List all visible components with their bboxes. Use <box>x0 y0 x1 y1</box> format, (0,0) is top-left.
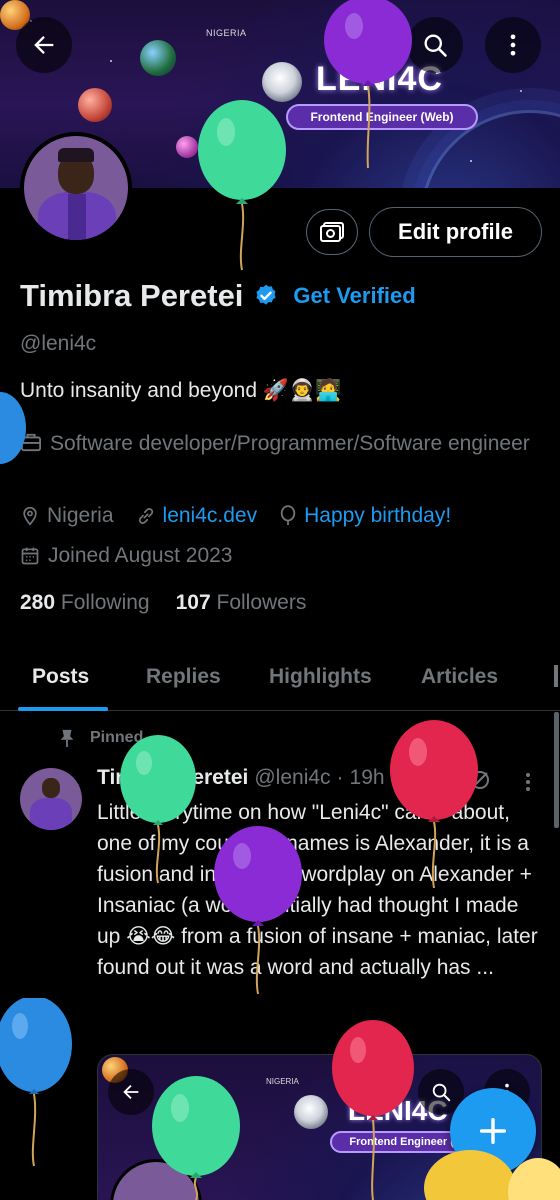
tab-overflow-hint[interactable] <box>554 665 558 687</box>
tab-replies[interactable]: Replies <box>146 665 221 689</box>
profile-birthday-text[interactable]: Happy birthday! <box>304 502 451 530</box>
grok-icon[interactable] <box>468 768 492 792</box>
post-time[interactable]: 19h <box>350 766 385 790</box>
profile-location: Nigeria <box>20 502 114 530</box>
image-cash-icon <box>320 222 344 242</box>
star <box>520 90 522 92</box>
arrow-left-icon <box>34 36 54 54</box>
avatar-face <box>42 778 60 798</box>
pin-icon <box>60 729 74 747</box>
verified-badge-icon[interactable] <box>253 283 279 309</box>
get-verified-link[interactable]: Get Verified <box>293 283 415 309</box>
profile-joined: Joined August 2023 <box>48 544 233 567</box>
post-author-name[interactable]: Timibra Peretei <box>97 766 248 790</box>
avatar-robe-detail <box>68 194 86 240</box>
media-avatar <box>110 1159 202 1200</box>
profile-name: Timibra Peretei <box>20 278 244 313</box>
followers-link[interactable]: 107 Followers <box>176 591 307 615</box>
edit-profile-button[interactable]: Edit profile <box>369 207 542 257</box>
profile-name-row: Timibra Peretei Get Verified <box>20 276 416 316</box>
pinned-label: Pinned <box>90 729 144 746</box>
post-header: Timibra Peretei @leni4c · 19h <box>97 766 385 790</box>
avatar-hat <box>58 148 94 162</box>
following-label: Following <box>60 591 150 614</box>
more-vertical-icon <box>510 34 516 56</box>
star <box>110 60 112 62</box>
following-count: 280 <box>20 591 56 614</box>
post-text[interactable]: Little storytime on how "Leni4c" came ab… <box>97 797 545 983</box>
profile-bio: Unto insanity and beyond 🚀👨‍🚀🧑‍💻 <box>20 379 342 402</box>
balloon-icon <box>280 505 296 525</box>
following-link[interactable]: 280 Following <box>20 591 150 615</box>
profile-job-row: Software developer/Programmer/Software e… <box>20 428 540 460</box>
profile-birthday[interactable]: Happy birthday! <box>279 502 451 530</box>
pinned-indicator: Pinned <box>58 728 143 748</box>
profile-website-link[interactable]: leni4c.dev <box>163 502 258 530</box>
profile-joined-row: Joined August 2023 <box>20 542 233 570</box>
compose-post-button[interactable] <box>450 1088 536 1174</box>
link-icon <box>138 508 153 524</box>
avatar-robe <box>30 798 72 830</box>
astronaut-icon <box>262 62 302 102</box>
post-author-handle[interactable]: @leni4c <box>254 766 330 790</box>
balloon-blue-icon <box>0 998 72 1167</box>
media-back-icon <box>108 1069 154 1115</box>
planet-earth <box>140 40 176 76</box>
calendar-icon <box>21 547 39 565</box>
back-button[interactable] <box>16 17 72 73</box>
tab-highlights[interactable]: Highlights <box>269 665 372 689</box>
profile-tabs: Posts Replies Highlights Articles <box>0 645 560 711</box>
planet-red <box>78 88 112 122</box>
media-button[interactable] <box>306 209 358 255</box>
tab-posts[interactable]: Posts <box>32 665 89 689</box>
post-author-avatar[interactable] <box>20 768 82 830</box>
star <box>220 150 222 152</box>
more-options-button[interactable] <box>485 17 541 73</box>
profile-meta-row: Nigeria leni4c.dev Happy birthday! <box>20 502 465 530</box>
profile-job: Software developer/Programmer/Software e… <box>50 432 530 455</box>
banner-site-tag: leni4c.dev <box>340 50 381 60</box>
search-button[interactable] <box>407 17 463 73</box>
profile-location-text: Nigeria <box>47 504 114 527</box>
scrollbar[interactable] <box>554 712 559 828</box>
location-pin-icon <box>23 506 37 526</box>
briefcase-icon <box>20 428 42 456</box>
search-icon <box>424 34 447 57</box>
profile-avatar[interactable] <box>20 132 132 244</box>
post-separator: · <box>336 766 344 789</box>
star <box>380 30 382 32</box>
plus-icon <box>479 1117 507 1145</box>
profile-website[interactable]: leni4c.dev <box>136 502 258 530</box>
active-tab-indicator <box>18 707 108 711</box>
followers-count: 107 <box>175 591 211 614</box>
planet-pink <box>176 136 198 158</box>
profile-handle: @leni4c <box>20 332 97 355</box>
follow-stats: 280 Following 107 Followers <box>20 591 306 615</box>
tab-articles[interactable]: Articles <box>421 665 498 689</box>
banner-subtitle: Frontend Engineer (Web) <box>286 104 478 130</box>
astronaut-icon <box>294 1095 328 1129</box>
media-location-tag: NIGERIA <box>266 1077 299 1086</box>
followers-label: Followers <box>216 591 307 614</box>
post-more-icon[interactable] <box>518 770 538 794</box>
banner-location-tag: NIGERIA <box>206 28 247 38</box>
